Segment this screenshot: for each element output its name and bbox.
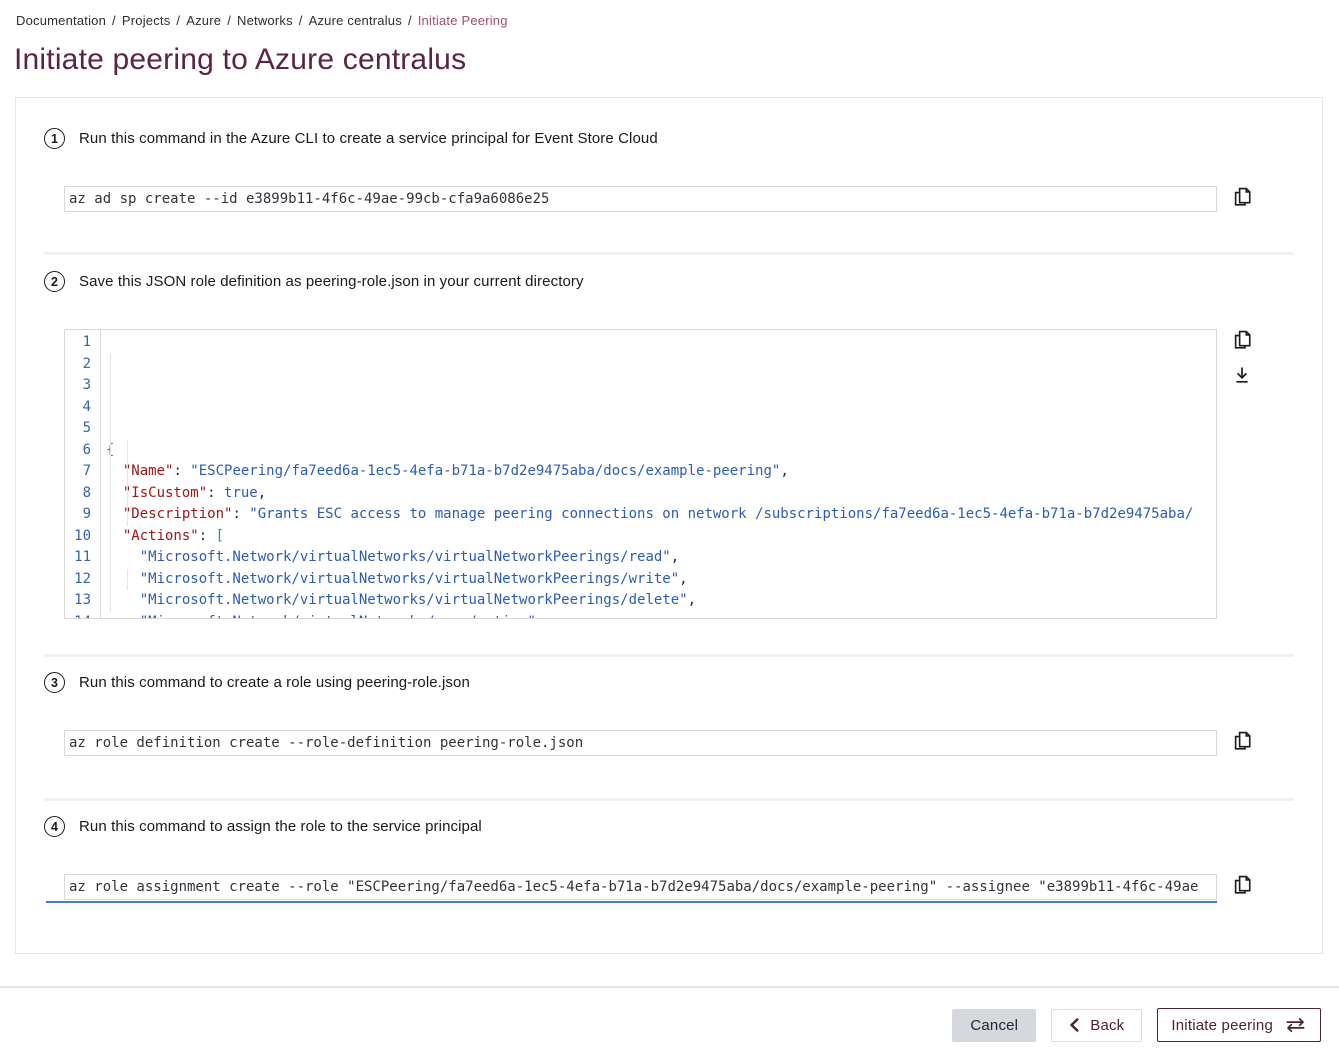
json-line-number: 14	[65, 612, 91, 620]
breadcrumb-item-networks[interactable]: Networks	[237, 13, 293, 28]
step-2-number-badge: 2	[44, 271, 65, 292]
step-divider	[44, 654, 1294, 657]
step-2: 2 Save this JSON role definition as peer…	[44, 271, 1294, 619]
copy-icon[interactable]	[1232, 329, 1253, 352]
json-code-line: "Microsoft.Network/virtualNetworks/peer/…	[106, 612, 1216, 619]
json-code-lines: { "Name": "ESCPeering/fa7eed6a-1ec5-4efa…	[101, 330, 1216, 618]
json-code-line: "Microsoft.Network/virtualNetworks/virtu…	[106, 569, 1216, 591]
indent-guide	[127, 569, 128, 590]
json-code-line: "Description": "Grants ESC access to man…	[106, 504, 1216, 526]
json-line-number: 6	[65, 440, 91, 462]
breadcrumb-separator: /	[227, 13, 231, 28]
breadcrumb-item-azure[interactable]: Azure	[186, 13, 221, 28]
step-3-label: Run this command to create a role using …	[79, 674, 470, 691]
breadcrumb-item-azure-centralus[interactable]: Azure centralus	[309, 13, 402, 28]
copy-icon[interactable]	[1232, 186, 1253, 209]
footer-actions: Cancel Back Initiate peering	[0, 1008, 1339, 1042]
cancel-button[interactable]: Cancel	[952, 1009, 1036, 1042]
json-line-number: 5	[65, 418, 91, 440]
breadcrumb-separator: /	[112, 13, 116, 28]
initiate-peering-button[interactable]: Initiate peering	[1157, 1008, 1321, 1042]
json-line-number: 7	[65, 461, 91, 483]
step-3-number-badge: 3	[44, 672, 65, 693]
page-title: Initiate peering to Azure centralus	[14, 43, 1339, 77]
step-3-command-field[interactable]: az role definition create --role-definit…	[64, 730, 1217, 756]
initiate-peering-label: Initiate peering	[1171, 1017, 1273, 1034]
step-1-command-field[interactable]: az ad sp create --id e3899b11-4f6c-49ae-…	[64, 186, 1217, 212]
wizard-card: 1 Run this command in the Azure CLI to c…	[15, 97, 1323, 954]
step-2-label: Save this JSON role definition as peerin…	[79, 273, 584, 290]
breadcrumb-item-projects[interactable]: Projects	[122, 13, 171, 28]
back-button[interactable]: Back	[1051, 1009, 1142, 1042]
json-line-number: 1	[65, 332, 91, 354]
step-4-number-badge: 4	[44, 816, 65, 837]
copy-icon[interactable]	[1232, 874, 1253, 897]
step-1: 1 Run this command in the Azure CLI to c…	[44, 128, 1294, 212]
step-divider	[44, 798, 1294, 801]
json-line-number: 9	[65, 504, 91, 526]
breadcrumb-item-documentation[interactable]: Documentation	[16, 13, 106, 28]
json-line-number: 11	[65, 547, 91, 569]
json-line-number: 3	[65, 375, 91, 397]
step-4-command-field[interactable]: az role assignment create --role "ESCPee…	[64, 874, 1217, 900]
step-1-number-badge: 1	[44, 128, 65, 149]
json-code-line: "Name": "ESCPeering/fa7eed6a-1ec5-4efa-b…	[106, 461, 1216, 483]
json-line-number: 10	[65, 526, 91, 548]
chevron-left-icon	[1069, 1018, 1080, 1032]
json-code-line: "IsCustom": true,	[106, 483, 1216, 505]
step-4: 4 Run this command to assign the role to…	[44, 816, 1294, 903]
footer-divider	[0, 986, 1339, 988]
indent-guide	[110, 354, 111, 612]
indent-guide	[127, 440, 128, 526]
json-line-number: 12	[65, 569, 91, 591]
json-code-line: "Microsoft.Network/virtualNetworks/virtu…	[106, 547, 1216, 569]
breadcrumb-separator: /	[408, 13, 412, 28]
json-line-number: 2	[65, 354, 91, 376]
swap-arrows-icon	[1284, 1017, 1307, 1033]
download-icon[interactable]	[1232, 365, 1252, 385]
back-button-label: Back	[1090, 1017, 1124, 1034]
horizontal-scrollbar[interactable]	[46, 901, 1217, 903]
json-line-number: 8	[65, 483, 91, 505]
json-line-number: 13	[65, 590, 91, 612]
json-gutter: 1234567891011121314	[65, 330, 101, 618]
json-code-line: "Microsoft.Network/virtualNetworks/virtu…	[106, 590, 1216, 612]
step-4-label: Run this command to assign the role to t…	[79, 818, 482, 835]
breadcrumb: Documentation / Projects / Azure / Networks / Az…	[0, 0, 1339, 28]
copy-icon[interactable]	[1232, 730, 1253, 753]
breadcrumb-separator: /	[299, 13, 303, 28]
json-code-line: {	[106, 440, 1216, 462]
step-1-label: Run this command in the Azure CLI to cre…	[79, 130, 658, 147]
step-3: 3 Run this command to create a role usin…	[44, 672, 1294, 756]
step-divider	[44, 252, 1294, 255]
json-code-line: "Actions": [	[106, 526, 1216, 548]
breadcrumb-item-initiate-peering: Initiate Peering	[418, 13, 508, 28]
json-line-number: 4	[65, 397, 91, 419]
breadcrumb-separator: /	[176, 13, 180, 28]
json-editor[interactable]: 1234567891011121314 { "Name": "ESCPeerin…	[64, 329, 1217, 619]
